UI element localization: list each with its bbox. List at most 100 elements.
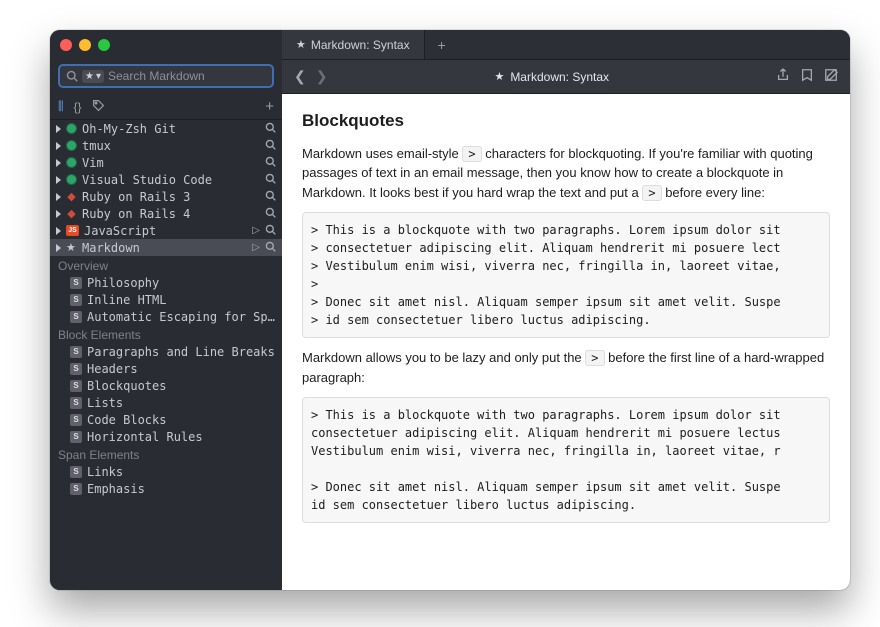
search-icon[interactable]: [265, 241, 276, 255]
star-icon: ★: [66, 241, 77, 254]
disclosure-triangle-icon[interactable]: [56, 125, 61, 133]
sidebar-item-label: Paragraphs and Line Breaks: [87, 345, 276, 359]
search-icon[interactable]: [265, 139, 276, 153]
back-button[interactable]: ❮: [294, 68, 306, 85]
sidebar-item-label: Ruby on Rails 3: [82, 190, 260, 204]
sidebar-item-label: Markdown: [82, 241, 247, 255]
section-icon: S: [70, 363, 82, 375]
sidebar-item[interactable]: Visual Studio Code: [50, 171, 282, 188]
star-icon: ★: [494, 70, 504, 83]
sidebar-item[interactable]: SHeaders: [50, 360, 282, 377]
article-heading: Blockquotes: [302, 108, 830, 134]
section-icon: S: [70, 311, 82, 323]
js-icon: JS: [66, 225, 79, 236]
new-tab-button[interactable]: +: [425, 30, 459, 59]
disclosure-triangle-icon[interactable]: [56, 176, 61, 184]
search-icon[interactable]: [265, 207, 276, 221]
sidebar-item[interactable]: ◆Ruby on Rails 4: [50, 205, 282, 222]
sidebar-item[interactable]: Vim: [50, 154, 282, 171]
search-icon[interactable]: [265, 224, 276, 238]
sidebar-item[interactable]: JS JavaScript ▷: [50, 222, 282, 239]
disclosure-triangle-icon[interactable]: [56, 244, 61, 252]
sidebar-item-label: Philosophy: [87, 276, 276, 290]
circle-icon: [66, 174, 77, 185]
search-input[interactable]: [108, 69, 266, 83]
sidebar-item[interactable]: SBlockquotes: [50, 377, 282, 394]
sidebar-item-label: Inline HTML: [87, 293, 276, 307]
disclosure-triangle-icon[interactable]: [56, 210, 61, 218]
disclosure-triangle-icon[interactable]: [56, 159, 61, 167]
sidebar-item-label: Emphasis: [87, 482, 276, 496]
tab-label: Markdown: Syntax: [311, 38, 410, 52]
search-icon[interactable]: [265, 173, 276, 187]
search-icon: [66, 70, 78, 82]
share-button[interactable]: [776, 68, 790, 85]
titlebar: [50, 30, 282, 60]
section-icon: S: [70, 466, 82, 478]
sidebar-item[interactable]: S Philosophy: [50, 274, 282, 291]
sidebar-item[interactable]: SHorizontal Rules: [50, 428, 282, 445]
sidebar-item[interactable]: SLists: [50, 394, 282, 411]
sidebar: ★ ▾ ⫼ {} + Oh-My-Zsh Git tmux VimVisual St…: [50, 30, 282, 590]
sidebar-item[interactable]: S Links: [50, 463, 282, 480]
bookmark-button[interactable]: [800, 68, 814, 85]
app-window: ★ ▾ ⫼ {} + Oh-My-Zsh Git tmux VimVisual St…: [50, 30, 850, 590]
tab-markdown-syntax[interactable]: ★ Markdown: Syntax: [282, 30, 425, 59]
code-block: > This is a blockquote with two paragrap…: [302, 212, 830, 338]
sidebar-item[interactable]: ◆Ruby on Rails 3: [50, 188, 282, 205]
forward-button[interactable]: ❯: [316, 68, 328, 85]
search-icon[interactable]: [265, 156, 276, 170]
search-icon[interactable]: [265, 122, 276, 136]
window-close-button[interactable]: [60, 39, 72, 51]
main-pane: ★ Markdown: Syntax + ❮ ❯ ★ Markdown: Syn…: [282, 30, 850, 590]
add-button[interactable]: +: [265, 98, 274, 115]
search-bar[interactable]: ★ ▾: [58, 64, 274, 88]
window-zoom-button[interactable]: [98, 39, 110, 51]
inline-code: >: [462, 146, 481, 162]
braces-icon[interactable]: {}: [74, 100, 82, 114]
disclosure-triangle-icon[interactable]: [56, 227, 61, 235]
section-list: OverviewSPhilosophySInline HTMLSAutomati…: [50, 256, 282, 497]
library-icon[interactable]: ⫼: [58, 99, 64, 114]
sidebar-item-label: tmux: [82, 139, 260, 153]
disclosure-triangle-icon[interactable]: [56, 193, 61, 201]
disclosure-triangle-icon[interactable]: [56, 142, 61, 150]
code-block: > This is a blockquote with two paragrap…: [302, 397, 830, 523]
circle-icon: [66, 123, 77, 134]
sidebar-section-header: Span Elements: [50, 445, 282, 463]
sidebar-item[interactable]: ★ Markdown ▷: [50, 239, 282, 256]
section-icon: S: [70, 277, 82, 289]
sidebar-item-label: Blockquotes: [87, 379, 276, 393]
tag-icon[interactable]: [92, 99, 105, 115]
edit-button[interactable]: [824, 68, 838, 85]
sidebar-item-label: Code Blocks: [87, 413, 276, 427]
star-icon: ★: [296, 38, 306, 51]
sidebar-item[interactable]: Oh-My-Zsh Git: [50, 120, 282, 137]
window-minimize-button[interactable]: [79, 39, 91, 51]
sidebar-item[interactable]: SInline HTML: [50, 291, 282, 308]
section-icon: S: [70, 414, 82, 426]
sidebar-item-label: Links: [87, 465, 276, 479]
sidebar-item-label: Horizontal Rules: [87, 430, 276, 444]
sidebar-item-label: Lists: [87, 396, 276, 410]
tab-bar: ★ Markdown: Syntax +: [282, 30, 850, 60]
sidebar-item[interactable]: S Code Blocks: [50, 411, 282, 428]
sidebar-item-label: JavaScript: [84, 224, 247, 238]
play-icon: ▷: [252, 242, 260, 253]
sidebar-section-header: Overview: [50, 256, 282, 274]
chevron-down-icon: ▾: [96, 71, 101, 82]
section-icon: S: [70, 346, 82, 358]
search-icon[interactable]: [265, 190, 276, 204]
star-icon: ★: [85, 71, 94, 82]
sidebar-item[interactable]: SAutomatic Escaping for Specia…: [50, 308, 282, 325]
sidebar-item-label: Vim: [82, 156, 260, 170]
sidebar-item-label: Oh-My-Zsh Git: [82, 122, 260, 136]
cheatsheet-list: Oh-My-Zsh GittmuxVimVisual Studio Code◆R…: [50, 120, 282, 256]
sidebar-item[interactable]: tmux: [50, 137, 282, 154]
search-filter-pill[interactable]: ★ ▾: [82, 70, 104, 83]
sidebar-item[interactable]: S Paragraphs and Line Breaks: [50, 343, 282, 360]
play-icon: ▷: [252, 225, 260, 236]
article-paragraph: Markdown uses email-style > characters f…: [302, 144, 830, 203]
page-title: ★ Markdown: Syntax: [337, 70, 766, 84]
sidebar-item[interactable]: SEmphasis: [50, 480, 282, 497]
